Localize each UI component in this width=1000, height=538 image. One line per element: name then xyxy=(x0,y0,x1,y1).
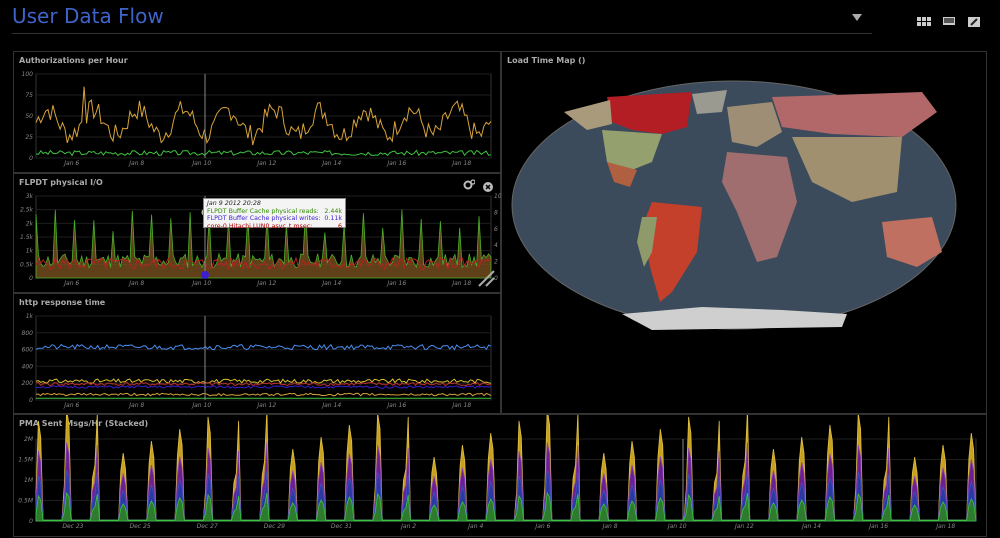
x-tick-label: Jan 10 xyxy=(191,402,211,409)
x-tick-label: Jan 18 xyxy=(451,160,471,167)
x-tick-label: Jan 8 xyxy=(128,280,144,287)
x-tick-label: Jan 6 xyxy=(63,402,79,409)
y-tick-label: 0.5k xyxy=(20,261,34,268)
grid-layout-icon[interactable] xyxy=(917,12,931,31)
y-tick-label: 2M xyxy=(24,436,34,443)
y-tick-label: 0.5M xyxy=(18,498,34,505)
map-panel: Load Time Map () xyxy=(501,51,987,414)
tooltip-label: core-0 Hitachi LUN0 asvc_t msec: xyxy=(207,222,313,230)
tooltip-row: FLPDT Buffer Cache physical writes: 0.11… xyxy=(207,215,342,223)
pma-panel: PMA Sent Msgs/Hr (Stacked) 2M 1.5M 1M 0.5M 0… xyxy=(13,414,987,537)
y-tick-label: 0 xyxy=(29,275,33,282)
series-line xyxy=(35,392,492,397)
x-tick-label: Jan 6 xyxy=(534,523,550,530)
y-tick-label: 200 xyxy=(22,380,34,387)
dropdown-arrow-icon[interactable] xyxy=(852,14,862,21)
y-tick-label: 0 xyxy=(29,155,33,162)
x-tick-label: Jan 8 xyxy=(602,523,618,530)
y-tick-label: 75 xyxy=(25,92,33,99)
pma-chart[interactable]: 2M 1.5M 1M 0.5M 0 Dec 23 Dec 25 Dec 27 Dec 29 Dec… xyxy=(14,415,988,538)
y-tick-label: 3k xyxy=(26,193,34,200)
y-tick-label: 25 xyxy=(25,134,33,141)
x-tick-label: Jan 10 xyxy=(191,280,211,287)
x-tick-label: Jan 12 xyxy=(734,523,754,530)
tooltip-value: 6 xyxy=(337,222,342,230)
y-tick-label: 800 xyxy=(22,330,34,337)
x-tick-label: Dec 25 xyxy=(129,523,150,530)
x-tick-label: Jan 10 xyxy=(191,160,211,167)
y-tick-label: 0 xyxy=(29,518,33,525)
y-tick-label: 2k xyxy=(26,220,34,227)
region-greenland[interactable] xyxy=(692,90,727,114)
x-tick-label: Jan 12 xyxy=(256,160,276,167)
y-tick-label: 1M xyxy=(24,477,34,484)
x-tick-label: Jan 14 xyxy=(321,280,341,287)
tooltip-value: 2.44k xyxy=(324,207,342,215)
x-tick-label: Jan 18 xyxy=(935,523,955,530)
http-chart[interactable]: 1k 800 600 400 200 0 Jan 6 Jan 8 Jan 10 Jan 12 Jan… xyxy=(14,294,502,415)
dashboard-title: User Data Flow xyxy=(12,4,164,28)
y2-tick-label: 0 xyxy=(494,275,498,282)
x-tick-label: Dec 27 xyxy=(197,523,218,530)
edit-icon[interactable] xyxy=(968,12,980,31)
x-tick-label: Jan 14 xyxy=(321,402,341,409)
flpdt-chart[interactable]: 3k 2.5k 2k 1.5k 1k 0.5k 0 Jan 6 Jan 8 Jan 10 Jan 1… xyxy=(14,174,502,294)
monitor-icon[interactable] xyxy=(943,12,955,31)
y2-tick-label: 2 xyxy=(494,259,498,266)
tooltip-label: FLPDT Buffer Cache physical reads: xyxy=(207,207,319,215)
y-tick-label: 1.5k xyxy=(20,234,34,241)
x-tick-label: Jan 4 xyxy=(467,523,483,530)
flpdt-panel: FLPDT physical I/O 3k 2.5k 2k 1.5k 1k 0.5k 0 Ja… xyxy=(13,173,502,294)
x-tick-label: Jan 12 xyxy=(256,402,276,409)
y-tick-label: 1k xyxy=(26,313,34,320)
auth-chart[interactable]: 100 75 50 25 0 Jan 6 Jan 8 Jan 10 Jan 12 Jan 14 Ja… xyxy=(14,52,502,174)
x-tick-label: Jan 16 xyxy=(386,402,406,409)
y-tick-label: 1.5M xyxy=(18,457,34,464)
x-tick-label: Jan 6 xyxy=(63,160,79,167)
chart-tooltip: Jan 9 2012 20:28 FLPDT Buffer Cache phys… xyxy=(203,198,346,231)
y-tick-label: 600 xyxy=(22,347,34,354)
y2-tick-label: 8 xyxy=(494,209,498,216)
y-tick-label: 0 xyxy=(29,397,33,404)
x-tick-label: Jan 2 xyxy=(400,523,416,530)
series-line xyxy=(35,378,492,385)
auth-panel: Authorizations per Hour 100 75 50 25 0 Jan 6J… xyxy=(13,51,501,173)
x-tick-label: Jan 10 xyxy=(667,523,687,530)
panel-close-icon[interactable] xyxy=(483,177,493,192)
series-line xyxy=(35,343,492,351)
y2-tick-label: 6 xyxy=(494,226,498,233)
header-divider xyxy=(12,33,872,34)
series-line xyxy=(35,385,492,389)
x-tick-label: Dec 31 xyxy=(331,523,352,530)
x-tick-label: Jan 18 xyxy=(451,280,471,287)
x-tick-label: Jan 6 xyxy=(63,280,79,287)
tooltip-label: FLPDT Buffer Cache physical writes: xyxy=(207,215,321,222)
x-tick-label: Jan 8 xyxy=(128,160,144,167)
y-tick-label: 100 xyxy=(22,71,34,78)
tooltip-value: 0.11k xyxy=(324,215,342,222)
x-tick-label: Jan 12 xyxy=(256,280,276,287)
x-tick-label: Jan 14 xyxy=(801,523,821,530)
y-tick-label: 2.5k xyxy=(20,207,34,214)
x-tick-label: Dec 23 xyxy=(62,523,83,530)
x-tick-label: Jan 14 xyxy=(321,160,341,167)
y-tick-label: 400 xyxy=(22,363,34,370)
x-tick-label: Jan 16 xyxy=(386,280,406,287)
x-tick-label: Dec 29 xyxy=(264,523,285,530)
panel-settings-icon[interactable] xyxy=(463,176,476,190)
tooltip-date: Jan 9 2012 20:28 xyxy=(207,200,261,207)
tooltip-row: core-0 Hitachi LUN0 asvc_t msec: 6 xyxy=(207,223,342,231)
y-tick-label: 1k xyxy=(26,248,34,255)
y2-tick-label: 4 xyxy=(494,242,498,249)
hover-point xyxy=(201,271,209,279)
x-tick-label: Jan 16 xyxy=(868,523,888,530)
x-tick-label: Jan 8 xyxy=(128,402,144,409)
x-tick-label: Jan 18 xyxy=(451,402,471,409)
world-map[interactable] xyxy=(502,52,988,415)
tooltip-row: FLPDT Buffer Cache physical reads: 2.44k xyxy=(207,208,342,216)
x-tick-label: Jan 16 xyxy=(386,160,406,167)
y-tick-label: 50 xyxy=(25,113,33,120)
series-line xyxy=(35,149,492,157)
http-panel: http response time 1k 800 600 400 200 0 Jan 6J… xyxy=(13,293,501,414)
